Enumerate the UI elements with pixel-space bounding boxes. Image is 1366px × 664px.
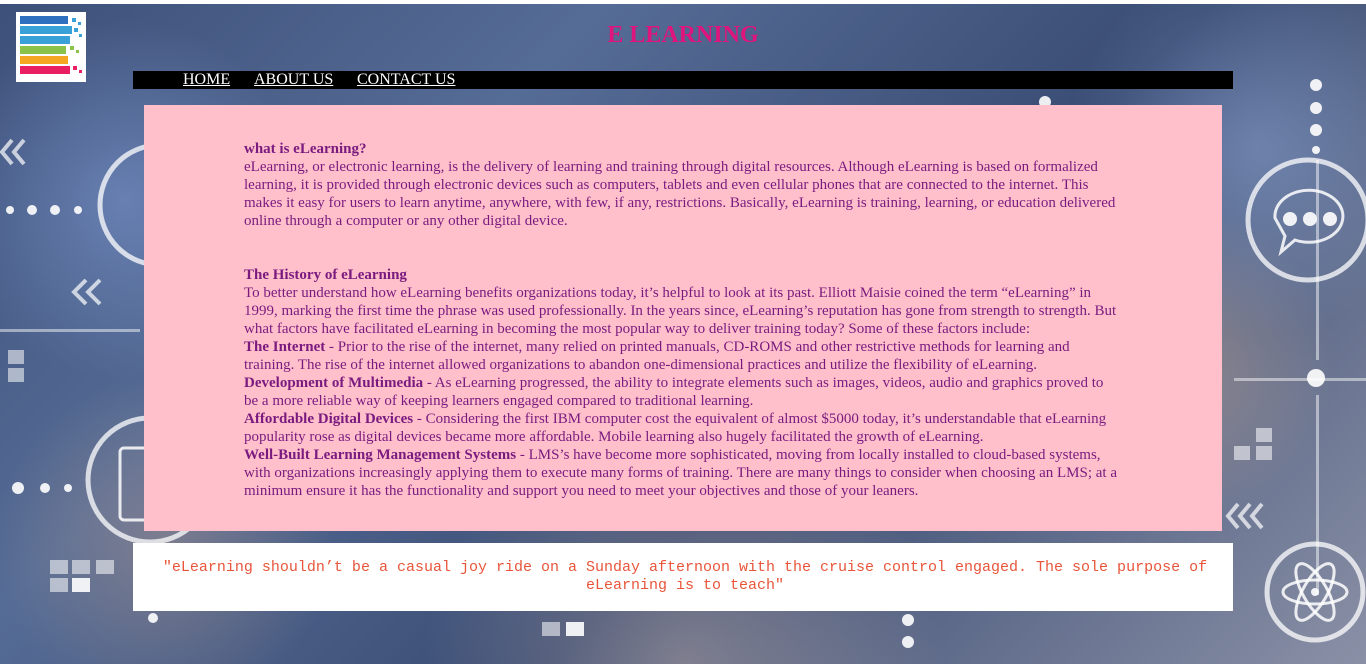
factor-item: Well-Built Learning Management Systems -…: [244, 446, 1120, 500]
section-heading-history: The History of eLearning: [244, 267, 407, 283]
factor-title: Well-Built Learning Management Systems: [244, 447, 517, 463]
article: what is eLearning? eLearning, or electro…: [244, 140, 1120, 500]
factor-item: The Internet - Prior to the rise of the …: [244, 338, 1120, 374]
factor-title: Development of Multimedia: [244, 375, 424, 391]
chevrons-left-icon: [0, 138, 26, 166]
factor-title: Affordable Digital Devices: [244, 411, 414, 427]
factor-title: The Internet: [244, 339, 326, 355]
nav-contact-us-link[interactable]: CONTACT US: [357, 70, 455, 90]
factor-item: Affordable Digital Devices - Considering…: [244, 410, 1120, 446]
section-heading-what-is-elearning: what is eLearning?: [244, 141, 367, 157]
quote-text: "eLearning shouldn’t be a casual joy rid…: [162, 559, 1208, 594]
factor-text: - Prior to the rise of the internet, man…: [244, 339, 1070, 373]
main-navbar: HOME ABOUT US CONTACT US: [133, 71, 1233, 89]
section-intro-history: To better understand how eLearning benef…: [244, 285, 1117, 337]
main-content-panel: what is eLearning? eLearning, or electro…: [144, 105, 1222, 531]
section-body-what-is-elearning: eLearning, or electronic learning, is th…: [244, 159, 1116, 229]
site-title: E LEARNING: [607, 22, 759, 48]
chevrons-left-icon: [71, 278, 102, 306]
nav-about-us-link[interactable]: ABOUT US: [254, 70, 333, 90]
factor-item: Development of Multimedia - As eLearning…: [244, 374, 1120, 410]
chevrons-left-icon: [1225, 502, 1264, 530]
quote-panel: "eLearning shouldn’t be a casual joy rid…: [133, 543, 1233, 611]
nav-home-link[interactable]: HOME: [183, 70, 230, 90]
